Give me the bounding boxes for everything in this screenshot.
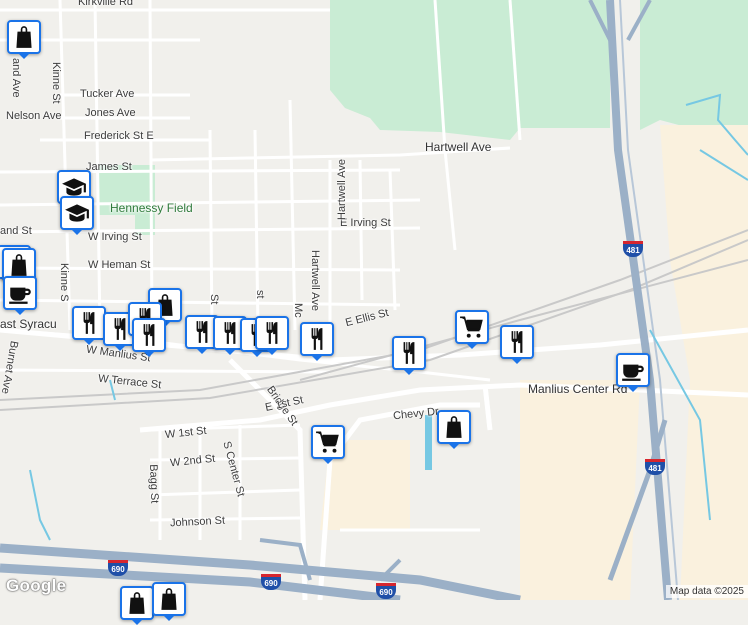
interstate-481-shield: 481 [623,241,643,257]
shopping-cart-icon [459,314,485,340]
shopping-bag-icon [441,414,467,440]
interstate-690-shield: 690 [376,583,396,599]
poi-pin[interactable] [132,318,166,357]
poi-pin[interactable] [455,310,489,349]
restaurant-icon [189,319,215,345]
street-label-and-ave: and Ave [10,58,22,98]
park-area-east [640,0,748,130]
poi-pin[interactable] [616,353,650,392]
poi-pin[interactable] [7,20,41,59]
poi-pin[interactable] [255,316,289,355]
street-label-hartwell-ave-v2: Hartwell Ave [309,250,321,311]
interstate-481-shield: 481 [645,459,665,475]
poi-pin[interactable] [500,325,534,364]
shopping-bag-icon [6,252,32,278]
restaurant-icon [304,326,330,352]
poi-pin[interactable] [72,306,106,345]
street-label-bagg-st: Bagg St [147,464,161,504]
hennessy-field-area [97,165,155,235]
industrial-area-south [520,380,640,600]
poi-pin[interactable] [437,410,471,449]
place-label-east-syracuse: ast Syracu [0,317,57,331]
street-label-w-heman-st: W Heman St [88,259,151,271]
shopping-bag-icon [11,24,37,50]
poi-pin[interactable] [392,336,426,375]
street-label-and-st: and St [0,225,32,237]
pond [425,415,432,470]
poi-pin[interactable] [120,586,154,625]
restaurant-icon [259,320,285,346]
interstate-690-shield: 690 [108,560,128,576]
street-label-manlius-center-rd: Manlius Center Rd [528,382,628,396]
poi-pin[interactable] [60,196,94,235]
interstate-690-shield: 690 [261,574,281,590]
school-icon [64,200,90,226]
industrial-area-east [660,125,748,600]
street-label-hartwell-ave-top: Hartwell Ave [425,140,492,154]
poi-pin[interactable] [3,276,37,315]
map-data-credit[interactable]: Map data ©2025 [665,585,748,598]
restaurant-icon [396,340,422,366]
poi-pin[interactable] [152,582,186,621]
street-label-nelson-ave: Nelson Ave [6,110,62,122]
coffee-icon [620,357,646,383]
shopping-bag-icon [124,590,150,616]
google-logo: Google [6,576,67,595]
street-label-kinne-st-top: Kinne St [50,62,62,104]
street-label-st-2: st [254,290,266,299]
street-label-tucker-ave: Tucker Ave [80,88,135,100]
shopping-cart-icon [315,429,341,455]
street-label-mc: Mc [292,303,304,318]
poi-pin[interactable] [300,322,334,361]
street-label-hartwell-ave-v1: Hartwell Ave [336,159,348,220]
restaurant-icon [504,329,530,355]
street-label-jones-ave: Jones Ave [85,107,136,119]
park-area-north [330,0,610,140]
street-label-james-st: James St [86,161,132,173]
place-label-hennessy-field: Hennessy Field [110,201,193,215]
street-label-kirkville-rd: Kirkville Rd [78,0,134,8]
interstate-690 [0,538,521,600]
street-label-w-irving-st: W Irving St [88,231,142,243]
restaurant-icon [136,322,162,348]
restaurant-icon [76,310,102,336]
street-label-frederick-st: Frederick St E [84,130,154,142]
shopping-bag-icon [156,586,182,612]
street-label-kinne-st-mid: Kinne S [58,263,70,302]
poi-pin[interactable] [311,425,345,464]
street-label-st-1: St [208,294,220,305]
coffee-icon [7,280,33,306]
